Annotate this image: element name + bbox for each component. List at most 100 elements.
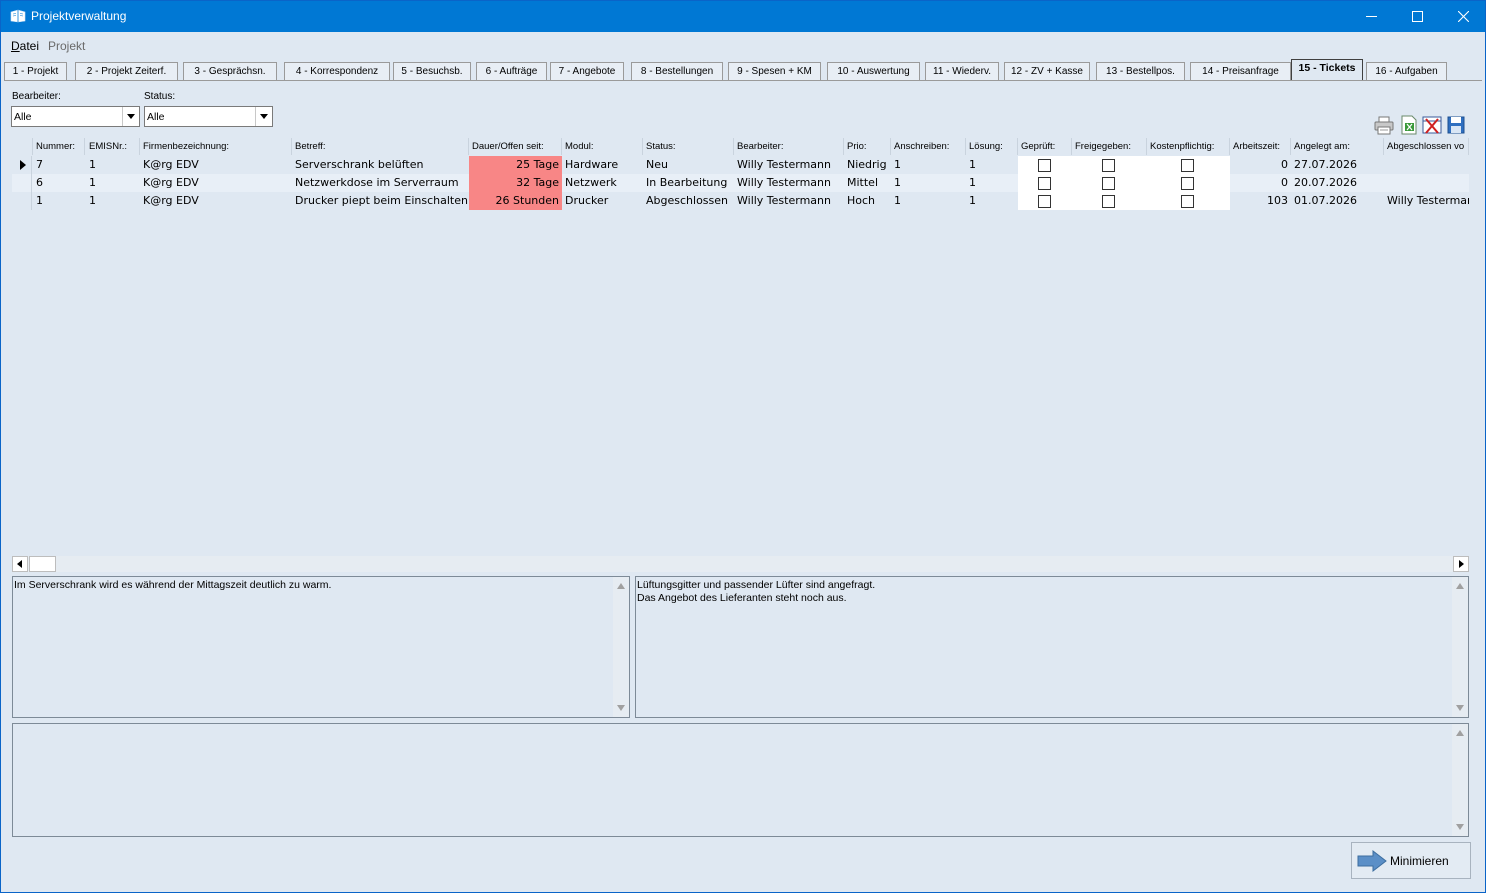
tab-11[interactable]: 11 - Wiederv.	[925, 62, 999, 81]
chevron-down-icon[interactable]	[122, 107, 139, 126]
row-header-corner	[12, 138, 33, 155]
kostenpflichtig-checkbox[interactable]	[1181, 177, 1194, 190]
tab-5[interactable]: 5 - Besuchsb.	[393, 62, 471, 81]
column-header[interactable]: EMISNr.:	[86, 138, 140, 155]
kostenpflichtig-checkbox[interactable]	[1181, 195, 1194, 208]
cell-bearbeiter: Willy Testermann	[737, 158, 831, 171]
tab-6[interactable]: 6 - Aufträge	[476, 62, 547, 81]
grid-header: Nummer: EMISNr.: Firmenbezeichnung: Betreff…	[12, 138, 1469, 155]
minimize-button[interactable]: Minimieren	[1351, 842, 1471, 879]
column-header[interactable]: Nummer:	[33, 138, 85, 155]
tab-13[interactable]: 13 - Bestellpos.	[1096, 62, 1185, 81]
tab-8[interactable]: 8 - Bestellungen	[631, 62, 723, 81]
table-row[interactable]: 6 1 K@rg EDV Netzwerkdose im Serverraum 32 T…	[12, 174, 1469, 192]
minimize-icon	[1365, 16, 1377, 17]
tab-7[interactable]: 7 - Angebote	[550, 62, 624, 81]
export-excel-button[interactable]	[1398, 114, 1420, 136]
save-button[interactable]	[1445, 114, 1467, 136]
tab-14[interactable]: 14 - Preisanfrage	[1190, 62, 1291, 81]
scroll-thumb[interactable]	[29, 556, 56, 572]
column-header[interactable]: Geprüft:	[1018, 138, 1072, 155]
chevron-down-icon[interactable]	[255, 107, 272, 126]
app-window: Projektverwaltung Datei Projekt 1 - Proj…	[0, 0, 1486, 893]
row-selector[interactable]	[12, 174, 32, 192]
column-header[interactable]: Prio:	[844, 138, 891, 155]
tab-4[interactable]: 4 - Korrespondenz	[284, 62, 390, 81]
column-header[interactable]: Abgeschlossen vo	[1384, 138, 1469, 155]
print-button[interactable]	[1373, 114, 1395, 136]
status-filter-select[interactable]: Alle	[144, 106, 273, 127]
notes-textarea[interactable]	[12, 723, 1469, 837]
cell-prio: Mittel	[847, 176, 878, 189]
cell-nummer: 1	[36, 194, 43, 207]
bearbeiter-filter-select[interactable]: Alle	[11, 106, 140, 127]
column-header[interactable]: Arbeitszeit:	[1230, 138, 1291, 155]
close-window-button[interactable]	[1440, 1, 1486, 32]
cell-firma: K@rg EDV	[143, 194, 199, 207]
table-row[interactable]: 7 1 K@rg EDV Serverschrank belüften 25 Tage H…	[12, 156, 1469, 174]
tab-10[interactable]: 10 - Auswertung	[827, 62, 920, 81]
freigegeben-checkbox[interactable]	[1102, 159, 1115, 172]
row-selector[interactable]	[12, 192, 32, 210]
column-header[interactable]: Bearbeiter:	[734, 138, 844, 155]
minimize-window-button[interactable]	[1348, 1, 1394, 32]
description-scrollbar[interactable]	[613, 577, 629, 717]
table-row[interactable]: 1 1 K@rg EDV Drucker piept beim Einschalten…	[12, 192, 1469, 210]
cell-firma: K@rg EDV	[143, 158, 199, 171]
solution-scrollbar[interactable]	[1452, 577, 1468, 717]
cell-loesung: 1	[969, 158, 976, 171]
cell-arbeitszeit: 103	[1267, 194, 1288, 207]
tab-16[interactable]: 16 - Aufgaben	[1366, 62, 1447, 81]
tab-15[interactable]: 15 - Tickets	[1291, 59, 1363, 81]
geprueft-checkbox[interactable]	[1038, 177, 1051, 190]
row-selector[interactable]	[12, 156, 32, 174]
column-header[interactable]: Firmenbezeichnung:	[140, 138, 292, 155]
cell-modul: Netzwerk	[565, 176, 617, 189]
column-header[interactable]: Status:	[643, 138, 734, 155]
tab-9[interactable]: 9 - Spesen + KM	[728, 62, 821, 81]
grid-horizontal-scrollbar[interactable]	[12, 556, 1469, 572]
freigegeben-checkbox[interactable]	[1102, 195, 1115, 208]
title-bar: Projektverwaltung	[1, 1, 1485, 32]
geprueft-checkbox[interactable]	[1038, 159, 1051, 172]
tab-1[interactable]: 1 - Projekt	[4, 62, 67, 81]
cell-status: Abgeschlossen	[646, 194, 728, 207]
scroll-right-button[interactable]	[1453, 556, 1469, 572]
tab-12[interactable]: 12 - ZV + Kasse	[1004, 62, 1090, 81]
tab-divider	[4, 80, 1482, 81]
print-icon	[1374, 116, 1394, 135]
notes-scrollbar[interactable]	[1452, 724, 1468, 836]
cell-arbeitszeit: 0	[1281, 176, 1288, 189]
solution-text: Lüftungsgitter und passender Lüfter sind…	[637, 579, 876, 604]
tab-3[interactable]: 3 - Gesprächsn.	[183, 62, 277, 81]
tab-2[interactable]: 2 - Projekt Zeiterf.	[75, 62, 178, 81]
cell-anschreiben: 1	[894, 194, 901, 207]
column-header[interactable]: Betreff:	[292, 138, 469, 155]
solution-textarea[interactable]: Lüftungsgitter und passender Lüfter sind…	[635, 576, 1469, 718]
kostenpflichtig-checkbox[interactable]	[1181, 159, 1194, 172]
delete-button[interactable]	[1421, 114, 1443, 136]
description-textarea[interactable]: Im Serverschrank wird es während der Mit…	[12, 576, 630, 718]
column-header[interactable]: Anschreiben:	[891, 138, 966, 155]
scroll-left-button[interactable]	[12, 556, 28, 572]
maximize-window-button[interactable]	[1394, 1, 1440, 32]
column-header[interactable]: Angelegt am:	[1291, 138, 1384, 155]
column-header[interactable]: Freigegeben:	[1072, 138, 1147, 155]
column-header[interactable]: Dauer/Offen seit:	[469, 138, 562, 155]
column-header[interactable]: Kostenpflichtig:	[1147, 138, 1230, 155]
cell-bearbeiter: Willy Testermann	[737, 194, 831, 207]
tickets-grid[interactable]: Nummer: EMISNr.: Firmenbezeichnung: Betreff…	[12, 138, 1469, 554]
cell-betreff: Serverschrank belüften	[295, 158, 424, 171]
menu-projekt[interactable]: Projekt	[48, 39, 85, 53]
freigegeben-checkbox[interactable]	[1102, 177, 1115, 190]
menu-datei[interactable]: Datei	[11, 39, 39, 53]
cell-nummer: 6	[36, 176, 43, 189]
column-header[interactable]: Lösung:	[966, 138, 1018, 155]
cell-dauer: 25 Tage	[469, 156, 562, 174]
cell-loesung: 1	[969, 194, 976, 207]
cell-angelegt: 20.07.2026	[1294, 176, 1357, 189]
column-header[interactable]: Modul:	[562, 138, 643, 155]
cell-anschreiben: 1	[894, 176, 901, 189]
cell-modul: Hardware	[565, 158, 619, 171]
geprueft-checkbox[interactable]	[1038, 195, 1051, 208]
